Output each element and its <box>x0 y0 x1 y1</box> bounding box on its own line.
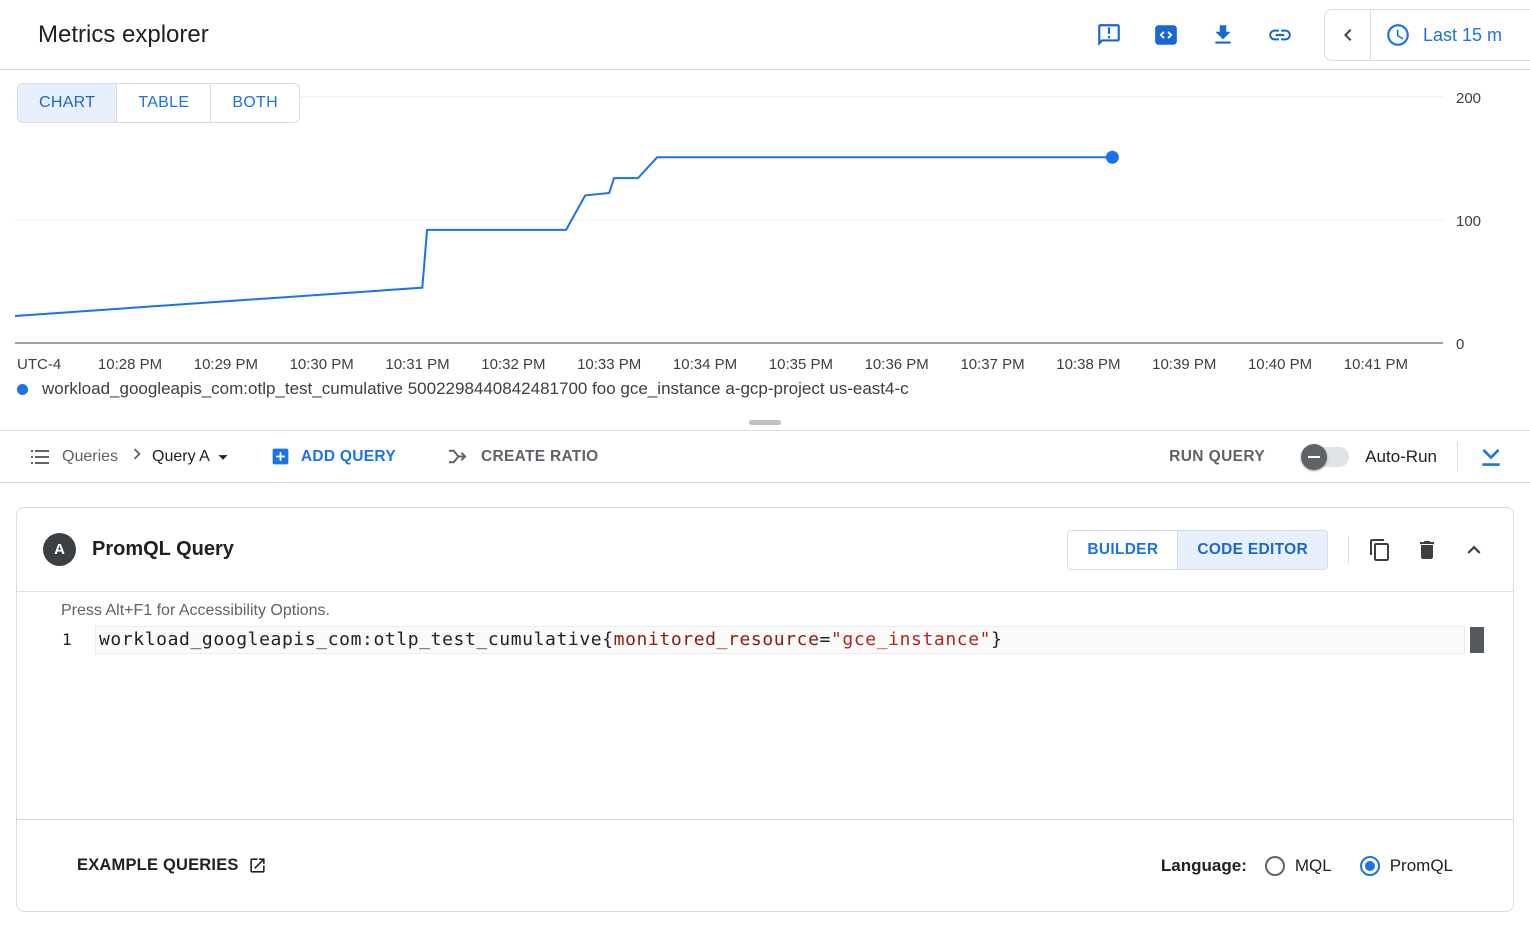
promql-code-editor[interactable]: Press Alt+F1 for Accessibility Options. … <box>17 592 1513 819</box>
collapse-query-icon[interactable] <box>1461 537 1487 563</box>
svg-text:10:36 PM: 10:36 PM <box>865 356 929 373</box>
svg-text:10:28 PM: 10:28 PM <box>98 356 162 373</box>
query-avatar: A <box>43 533 76 566</box>
svg-text:10:41 PM: 10:41 PM <box>1344 356 1408 373</box>
auto-run-toggle[interactable] <box>1303 447 1349 467</box>
page-title: Metrics explorer <box>38 21 209 49</box>
feedback-icon[interactable] <box>1096 22 1122 48</box>
code-view-icon[interactable] <box>1153 22 1179 48</box>
time-range-label: Last 15 m <box>1423 25 1502 46</box>
svg-text:UTC-4: UTC-4 <box>17 356 61 373</box>
header-actions: Last 15 m <box>1096 0 1530 70</box>
code-editor-tab[interactable]: CODE EDITOR <box>1178 530 1328 570</box>
query-list-icon <box>28 445 52 469</box>
code-line-content[interactable]: workload_googleapis_com:otlp_test_cumula… <box>95 626 1465 654</box>
svg-text:100: 100 <box>1456 213 1481 230</box>
toolbar-right-group: RUN QUERY Auto-Run <box>1169 442 1504 472</box>
breadcrumb-chevron-icon <box>126 443 148 470</box>
tab-chart[interactable]: CHART <box>18 84 116 122</box>
create-ratio-button[interactable]: CREATE RATIO <box>446 445 599 468</box>
language-option-mql[interactable]: MQL <box>1265 856 1332 876</box>
open-in-new-icon <box>248 856 267 875</box>
language-label: Language: <box>1161 856 1247 876</box>
merge-arrows-icon <box>446 445 469 468</box>
view-mode-tabs: CHART TABLE BOTH <box>17 83 300 123</box>
share-link-icon[interactable] <box>1267 22 1293 48</box>
toggle-knob <box>1301 444 1327 470</box>
queries-label: Queries <box>62 448 118 466</box>
query-card: A PromQL Query BUILDER CODE EDITOR Press… <box>16 507 1514 912</box>
legend-item[interactable]: workload_googleapis_com:otlp_test_cumula… <box>17 379 909 399</box>
add-box-icon <box>270 446 291 467</box>
svg-text:10:35 PM: 10:35 PM <box>769 356 833 373</box>
svg-text:10:33 PM: 10:33 PM <box>577 356 641 373</box>
query-selector-label: Query A <box>152 448 210 466</box>
line-number: 1 <box>62 626 80 654</box>
auto-run-label: Auto-Run <box>1365 447 1437 467</box>
mql-radio[interactable] <box>1265 856 1285 876</box>
editor-scrollbar-thumb[interactable] <box>1470 627 1484 653</box>
run-query-button[interactable]: RUN QUERY <box>1169 448 1265 466</box>
query-card-title: PromQL Query <box>92 538 234 561</box>
svg-text:10:40 PM: 10:40 PM <box>1248 356 1312 373</box>
language-option-promql[interactable]: PromQL <box>1360 856 1453 876</box>
chevron-left-icon <box>1336 23 1360 47</box>
query-card-footer: EXAMPLE QUERIES Language: MQL PromQL <box>17 819 1513 911</box>
svg-text:10:39 PM: 10:39 PM <box>1152 356 1216 373</box>
example-queries-link[interactable]: EXAMPLE QUERIES <box>77 856 267 875</box>
time-range-button[interactable]: Last 15 m <box>1370 9 1530 61</box>
add-query-label: ADD QUERY <box>301 448 396 466</box>
collapse-time-panel-button[interactable] <box>1324 9 1370 61</box>
toolbar-divider <box>1457 442 1458 472</box>
editor-mode-switch: BUILDER CODE EDITOR <box>1067 530 1328 570</box>
clock-icon <box>1385 22 1411 48</box>
query-card-header: A PromQL Query BUILDER CODE EDITOR <box>17 508 1513 592</box>
query-selector-dropdown[interactable]: Query A <box>152 446 234 468</box>
builder-tab[interactable]: BUILDER <box>1067 530 1178 570</box>
delete-query-icon[interactable] <box>1414 537 1440 563</box>
svg-text:10:29 PM: 10:29 PM <box>194 356 258 373</box>
chart-section: CHART TABLE BOTH 0 100 200 UTC-4 10:28 PM 10:… <box>0 70 1530 430</box>
svg-text:10:30 PM: 10:30 PM <box>290 356 354 373</box>
app-header: Metrics explorer Last 15 m <box>0 0 1530 70</box>
svg-text:200: 200 <box>1456 90 1481 107</box>
svg-text:10:37 PM: 10:37 PM <box>960 356 1024 373</box>
tab-table[interactable]: TABLE <box>116 84 210 122</box>
svg-text:10:31 PM: 10:31 PM <box>385 356 449 373</box>
promql-label: PromQL <box>1390 856 1453 876</box>
caret-down-icon <box>212 446 234 468</box>
promql-radio[interactable] <box>1360 856 1380 876</box>
svg-text:10:34 PM: 10:34 PM <box>673 356 737 373</box>
duplicate-query-icon[interactable] <box>1367 537 1393 563</box>
header-divider <box>1348 536 1349 564</box>
language-selector: Language: MQL PromQL <box>1161 856 1453 876</box>
code-line-row: 1 workload_googleapis_com:otlp_test_cumu… <box>17 626 1513 654</box>
queries-toolbar: Queries Query A ADD QUERY CREATE RATIO R… <box>0 430 1530 483</box>
svg-text:10:38 PM: 10:38 PM <box>1056 356 1120 373</box>
svg-text:10:32 PM: 10:32 PM <box>481 356 545 373</box>
create-ratio-label: CREATE RATIO <box>481 448 599 466</box>
tab-both[interactable]: BOTH <box>210 84 299 122</box>
mql-label: MQL <box>1295 856 1332 876</box>
download-icon[interactable] <box>1210 22 1236 48</box>
example-queries-label: EXAMPLE QUERIES <box>77 856 239 875</box>
collapse-all-queries-icon[interactable] <box>1478 444 1504 470</box>
resize-drag-handle[interactable] <box>749 420 781 425</box>
add-query-button[interactable]: ADD QUERY <box>270 446 396 467</box>
legend-series-dot <box>17 384 28 395</box>
svg-text:0: 0 <box>1456 336 1464 353</box>
metrics-line-chart[interactable]: 0 100 200 UTC-4 10:28 PM 10:29 PM 10:30 PM 10:3… <box>0 85 1530 385</box>
legend-series-label: workload_googleapis_com:otlp_test_cumula… <box>42 379 909 399</box>
accessibility-hint: Press Alt+F1 for Accessibility Options. <box>61 600 1513 624</box>
